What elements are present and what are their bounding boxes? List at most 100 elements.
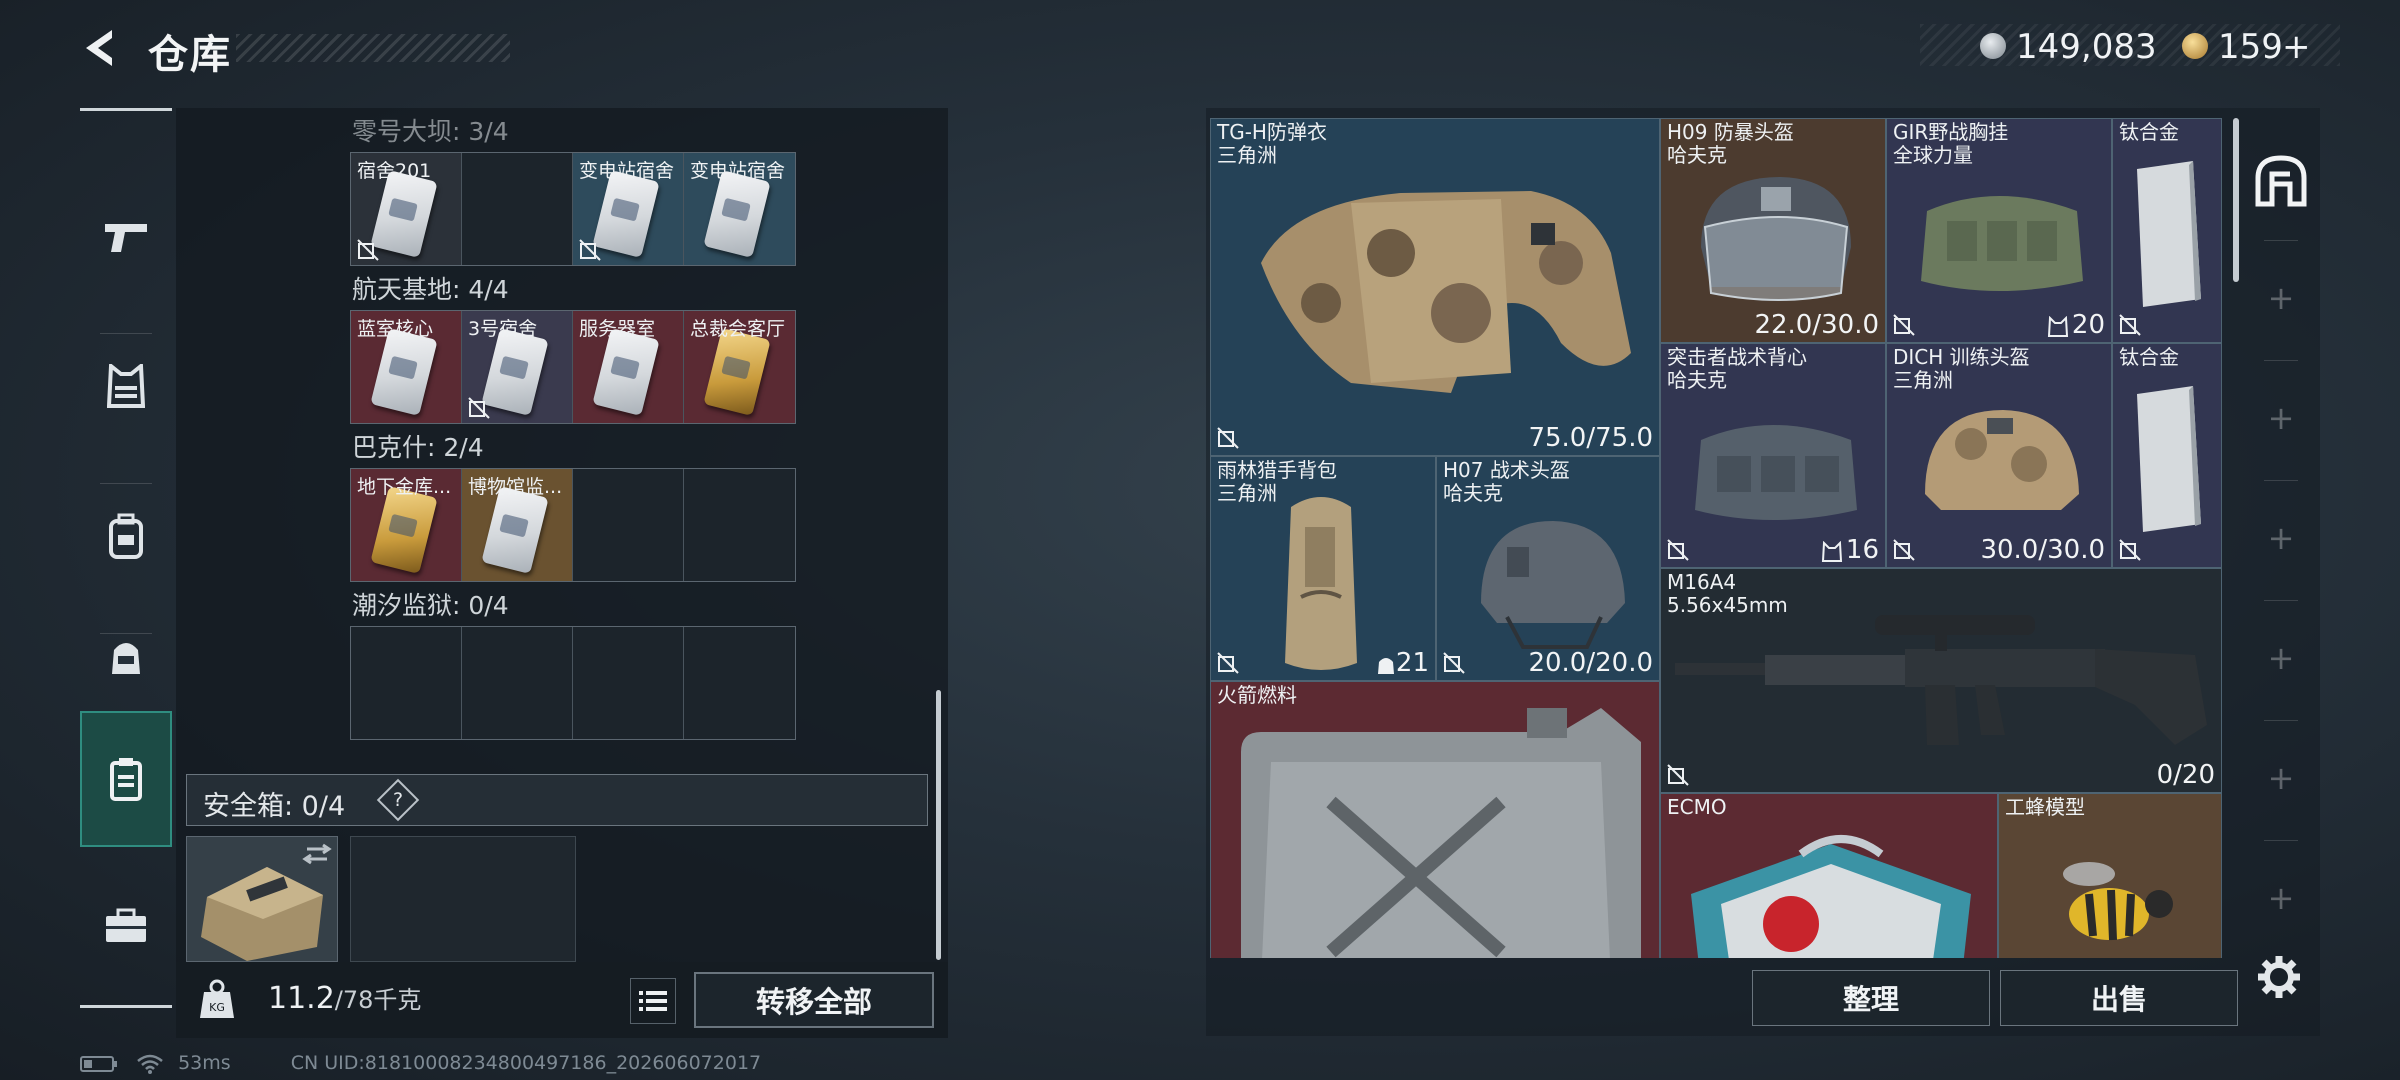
keycard-icon [481, 486, 549, 574]
keycard-case-icon [110, 758, 142, 801]
nav-weapons[interactable] [80, 171, 172, 301]
nav-keycard-case[interactable] [80, 711, 172, 847]
keycard-slot[interactable]: 蓝室核心 [351, 311, 462, 423]
keycard-slot[interactable]: 变电站宿舍 [684, 153, 795, 265]
currency-gold-value: 159 [2218, 27, 2283, 67]
item-name: GIR野战胸挂 全球力量 [1893, 120, 2009, 167]
armor-plate-icon [2137, 161, 2201, 307]
item-rifle-m16a4[interactable]: M16A4 5.56x45mm 0/20 [1660, 568, 2222, 793]
keycard-slot-empty[interactable] [351, 627, 462, 739]
sell-button[interactable]: 出售 [2000, 970, 2238, 1026]
item-backpack[interactable]: 雨林猎手背包 三角洲 21 [1210, 456, 1436, 681]
safebox-label: 安全箱: 0/4 [203, 791, 346, 822]
add-stash-page-button[interactable]: + [2246, 518, 2316, 558]
stash-page-tabs: + + + + + + [2246, 120, 2316, 950]
nav-backpack[interactable] [80, 471, 172, 601]
keycard-slot-empty[interactable] [462, 627, 573, 739]
item-name: H09 防暴头盔 哈夫克 [1667, 120, 1794, 167]
item-helmet-h07[interactable]: H07 战术头盔 哈夫克 20.0/20.0 [1436, 456, 1660, 681]
keycard-label: 总裁会客厅 [690, 318, 786, 340]
keycard-icon [592, 170, 660, 258]
item-ecmo[interactable]: ECMO [1660, 793, 1998, 958]
item-armor[interactable]: TG-H防弹衣 三角洲 75.0/75.0 [1210, 118, 1660, 456]
add-stash-page-button[interactable]: + [2246, 278, 2316, 318]
keycard-slot[interactable]: 服务器室 [573, 311, 684, 423]
backpack-icon [1285, 497, 1357, 670]
keycard-icon [370, 486, 438, 574]
currency-bar: 149,083 159 + [1920, 24, 2340, 67]
add-stash-page-button[interactable]: + [2246, 758, 2316, 798]
back-arrow-icon[interactable] [78, 26, 122, 70]
keycard-label: 服务器室 [579, 318, 656, 340]
add-stash-page-button[interactable]: + [2246, 398, 2316, 438]
durability-value: 75.0/75.0 [1528, 423, 1653, 453]
item-name: 钛合金 [2119, 120, 2179, 144]
durability-value: 30.0/30.0 [1980, 535, 2105, 565]
page-title: 仓库 [148, 32, 232, 78]
add-currency-button[interactable]: + [2282, 27, 2311, 67]
capacity-value: 20 [2071, 310, 2105, 340]
keycard-icon [370, 170, 438, 258]
tactical-helmet-icon [1481, 521, 1625, 649]
keycard-slot[interactable]: 宿舍201 [351, 153, 462, 265]
keycard-icon [703, 328, 771, 416]
keycard-row: 地下金库... 博物馆监... [350, 468, 796, 582]
map-title: 巴克什: 2/4 [352, 433, 484, 462]
keycard-slot[interactable]: 地下金库... [351, 469, 462, 581]
safebox-help-button[interactable]: ? [376, 778, 420, 822]
keycard-slot-empty[interactable] [573, 469, 684, 581]
keycard-slot-empty[interactable] [684, 627, 795, 739]
locked-icon [2119, 539, 2141, 561]
keycard-slot[interactable]: 3号宿舍 [462, 311, 573, 423]
item-name: M16A4 5.56x45mm [1667, 570, 1788, 617]
chest-rig-icon [1921, 196, 2083, 291]
item-name: 钛合金 [2119, 345, 2179, 369]
locked-icon [1443, 652, 1465, 674]
backpack-capacity-icon [1378, 658, 1394, 674]
keycard-scrollbar[interactable] [936, 690, 941, 960]
item-bee-model[interactable]: 工蜂模型 [1998, 793, 2222, 958]
currency-silver-value: 149,083 [2016, 27, 2157, 67]
transfer-all-button[interactable]: 转移全部 [694, 972, 934, 1028]
locked-icon [1667, 539, 1689, 561]
nav-toolbox[interactable] [80, 861, 172, 991]
stash-main-tab-icon[interactable] [2254, 154, 2308, 208]
keycard-slot[interactable]: 博物馆监... [462, 469, 573, 581]
safebox-slot[interactable] [186, 836, 338, 962]
keycard-label: 3号宿舍 [468, 318, 538, 340]
keycard-slot-empty[interactable] [462, 153, 573, 265]
carry-weight-value: 11.2 [268, 981, 335, 1016]
body-armor-icon [1261, 191, 1631, 393]
add-stash-page-button[interactable]: + [2246, 878, 2316, 918]
stash-grid: TG-H防弹衣 三角洲 75.0/75.0 H09 防暴头盔 哈夫克 22.0/… [1210, 118, 2222, 958]
keycard-icon [703, 170, 771, 258]
camo-helmet-icon [1925, 410, 2079, 510]
stash-scrollbar[interactable] [2233, 118, 2239, 282]
safebox-empty-slot[interactable] [350, 836, 576, 962]
capacity-icon [2047, 316, 2069, 337]
item-tactical-vest[interactable]: 突击者战术背心 哈夫克 16 [1660, 343, 1886, 568]
keycard-slot-empty[interactable] [684, 469, 795, 581]
keycard-icon [370, 328, 438, 416]
gear-icon[interactable] [2256, 954, 2302, 1000]
item-name: TG-H防弹衣 三角洲 [1217, 120, 1327, 167]
item-chest-rig[interactable]: GIR野战胸挂 全球力量 20 [1886, 118, 2112, 343]
add-stash-page-button[interactable]: + [2246, 638, 2316, 678]
armor-plate-icon [2137, 386, 2201, 532]
title-decoration [236, 34, 510, 62]
keycard-label: 变电站宿舍 [690, 160, 786, 182]
toolbox-icon [106, 908, 146, 942]
keycard-slot[interactable]: 总裁会客厅 [684, 311, 795, 423]
sort-button[interactable]: 整理 [1752, 970, 1990, 1026]
item-titanium-plate[interactable]: 钛合金 [2112, 118, 2222, 343]
left-bottom-bar: KG 11.2/78千克 转移全部 [176, 962, 948, 1038]
nav-armor[interactable] [80, 321, 172, 451]
item-helmet-dich[interactable]: DICH 训练头盔 三角洲 30.0/30.0 [1886, 343, 2112, 568]
keycard-slot[interactable]: 变电站宿舍 [573, 153, 684, 265]
keycard-slot-empty[interactable] [573, 627, 684, 739]
item-rocket-fuel[interactable]: 火箭燃料 [1210, 681, 1660, 958]
item-helmet-h09[interactable]: H09 防暴头盔 哈夫克 22.0/30.0 [1660, 118, 1886, 343]
item-titanium-plate[interactable]: 钛合金 [2112, 343, 2222, 568]
nav-bag[interactable] [80, 591, 172, 721]
list-view-button[interactable] [630, 978, 676, 1024]
